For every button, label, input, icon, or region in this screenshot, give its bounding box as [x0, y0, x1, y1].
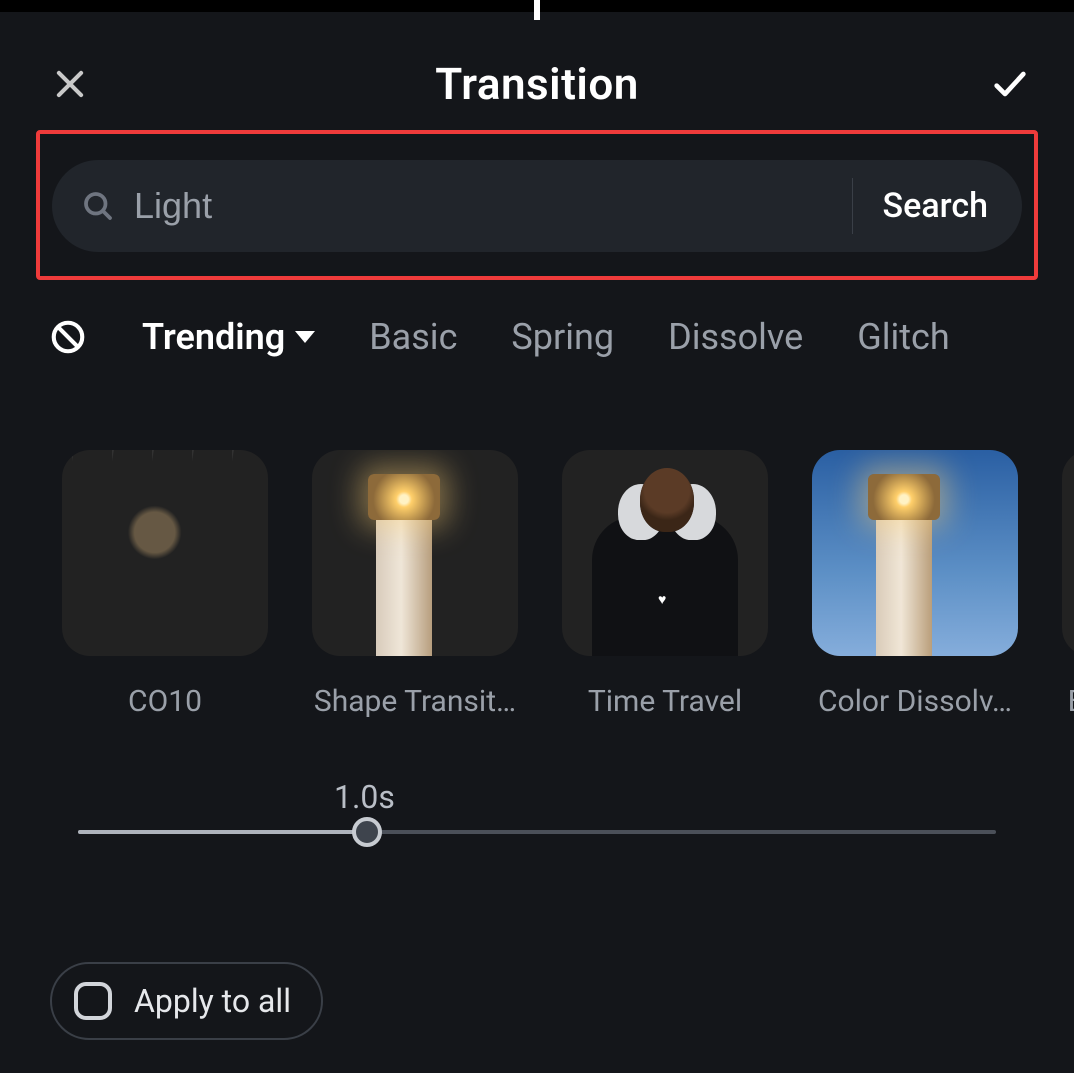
- transition-thumbnail: [1062, 450, 1074, 656]
- transition-item-next[interactable]: B: [1062, 450, 1074, 719]
- duration-slider[interactable]: 1.0s: [78, 830, 996, 834]
- confirm-button[interactable]: [982, 62, 1038, 106]
- transition-label: CO10: [62, 684, 268, 719]
- chevron-down-icon: [295, 331, 315, 343]
- no-transition-button[interactable]: [48, 317, 88, 357]
- duration-value: 1.0s: [334, 778, 395, 816]
- tab-trending[interactable]: Trending: [142, 316, 315, 358]
- category-tabs: Trending Basic Spring Dissolve Glitch: [48, 316, 1074, 358]
- transition-list: CO10 Shape Transit… ♥ Time Travel Color …: [62, 450, 1074, 719]
- slider-track: [78, 830, 996, 834]
- transition-panel: Transition Search Trending Basic Spring …: [0, 0, 1074, 1073]
- playhead-indicator: [534, 0, 540, 20]
- transition-item-shape[interactable]: Shape Transit…: [312, 450, 518, 719]
- transition-item-color-dissolve[interactable]: Color Dissolv…: [812, 450, 1018, 719]
- tab-spring[interactable]: Spring: [511, 316, 614, 358]
- slider-thumb[interactable]: [352, 817, 382, 847]
- tab-basic[interactable]: Basic: [369, 316, 457, 358]
- transition-thumbnail: ♥: [562, 450, 768, 656]
- close-icon: [51, 65, 89, 103]
- search-bar: Search: [52, 160, 1022, 252]
- transition-label: Color Dissolv…: [812, 684, 1018, 719]
- none-icon: [49, 318, 87, 356]
- close-button[interactable]: [48, 62, 92, 106]
- transition-thumbnail: [312, 450, 518, 656]
- apply-label: Apply to all: [134, 982, 291, 1020]
- transition-item-time-travel[interactable]: ♥ Time Travel: [562, 450, 768, 719]
- transition-label: B: [1062, 684, 1074, 719]
- apply-to-all-button[interactable]: Apply to all: [50, 962, 323, 1040]
- transition-thumbnail: [812, 450, 1018, 656]
- search-divider: [852, 178, 853, 234]
- transition-label: Shape Transit…: [312, 684, 518, 719]
- transition-item-co10[interactable]: CO10: [62, 450, 268, 719]
- search-button[interactable]: Search: [857, 186, 1022, 226]
- transition-thumbnail: [62, 450, 268, 656]
- check-icon: [985, 64, 1035, 104]
- search-input[interactable]: [134, 185, 840, 227]
- apply-checkbox[interactable]: [74, 982, 112, 1020]
- tab-glitch[interactable]: Glitch: [857, 316, 949, 358]
- tab-dissolve[interactable]: Dissolve: [668, 316, 803, 358]
- search-icon: [80, 188, 116, 224]
- header: Transition: [0, 48, 1074, 120]
- page-title: Transition: [435, 58, 639, 110]
- slider-fill: [78, 830, 367, 834]
- transition-label: Time Travel: [562, 684, 768, 719]
- tab-label: Trending: [142, 316, 285, 358]
